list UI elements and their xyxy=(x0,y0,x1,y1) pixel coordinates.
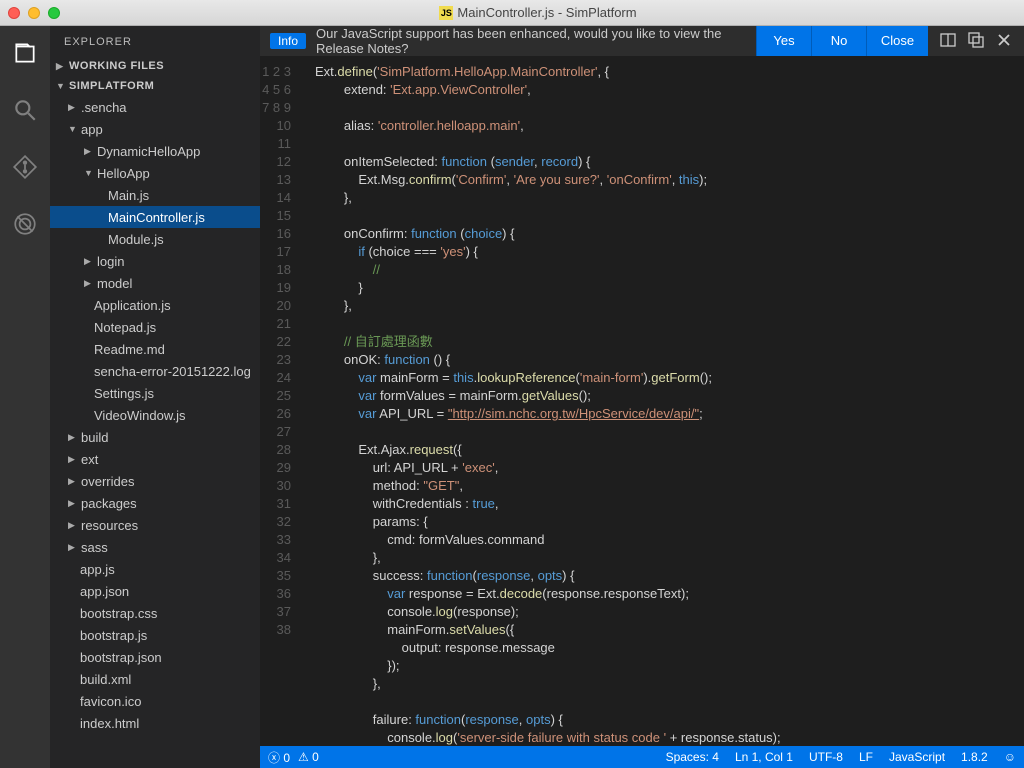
info-tag: Info xyxy=(270,33,306,49)
code-content[interactable]: Ext.define('SimPlatform.HelloApp.MainCon… xyxy=(305,56,1024,768)
tree-folder-ext[interactable]: ▶ext xyxy=(50,448,260,470)
split-editor-icon[interactable] xyxy=(940,32,956,51)
tree-folder-helloapp[interactable]: ▼HelloApp xyxy=(50,162,260,184)
tree-folder-packages[interactable]: ▶packages xyxy=(50,492,260,514)
warnings-status[interactable]: ⚠ 0 xyxy=(298,750,319,764)
debug-activity-icon[interactable] xyxy=(12,211,38,240)
version-status: 1.8.2 xyxy=(961,750,988,764)
tree-folder-dynamichelloapp[interactable]: ▶DynamicHelloApp xyxy=(50,140,260,162)
tree-file-videowindow-js[interactable]: VideoWindow.js xyxy=(50,404,260,426)
tree-file-app-json[interactable]: app.json xyxy=(50,580,260,602)
feedback-icon[interactable]: ☺ xyxy=(1004,750,1016,764)
notification-message: Our JavaScript support has been enhanced… xyxy=(316,26,756,56)
tree-file-bootstrap-js[interactable]: bootstrap.js xyxy=(50,624,260,646)
close-notification-button[interactable]: Close xyxy=(866,26,928,56)
tree-file-settings-js[interactable]: Settings.js xyxy=(50,382,260,404)
maximize-window-icon[interactable] xyxy=(48,7,60,19)
tree-folder-overrides[interactable]: ▶overrides xyxy=(50,470,260,492)
editor-area: Info Our JavaScript support has been enh… xyxy=(260,26,1024,768)
tree-folder-login[interactable]: ▶login xyxy=(50,250,260,272)
tree-folder-resources[interactable]: ▶resources xyxy=(50,514,260,536)
window-controls xyxy=(8,7,60,19)
tree-file-build-xml[interactable]: build.xml xyxy=(50,668,260,690)
open-change-icon[interactable] xyxy=(968,32,984,51)
tree-file-index-html[interactable]: index.html xyxy=(50,712,260,734)
notification-bar: Info Our JavaScript support has been enh… xyxy=(260,26,1024,56)
tree-file-notepad-js[interactable]: Notepad.js xyxy=(50,316,260,338)
tree-folder-sass[interactable]: ▶sass xyxy=(50,536,260,558)
activity-bar xyxy=(0,26,50,768)
tree-file-module-js[interactable]: Module.js xyxy=(50,228,260,250)
tree-file-sencha-error-log[interactable]: sencha-error-20151222.log xyxy=(50,360,260,382)
close-window-icon[interactable] xyxy=(8,7,20,19)
line-number-gutter: 1 2 3 4 5 6 7 8 9 10 11 12 13 14 15 16 1… xyxy=(260,56,305,768)
tree-file-application-js[interactable]: Application.js xyxy=(50,294,260,316)
window-title: JS MainController.js - SimPlatform xyxy=(60,5,1016,20)
close-editor-icon[interactable] xyxy=(996,32,1012,51)
tree-folder-model[interactable]: ▶model xyxy=(50,272,260,294)
minimize-window-icon[interactable] xyxy=(28,7,40,19)
no-button[interactable]: No xyxy=(811,26,866,56)
working-files-header[interactable]: ▶WORKING FILES xyxy=(50,56,260,76)
sidebar-title: EXPLORER xyxy=(50,26,260,56)
file-tree: ▶.sencha ▼app ▶DynamicHelloApp ▼HelloApp… xyxy=(50,96,260,734)
encoding-status[interactable]: UTF-8 xyxy=(809,750,843,764)
titlebar: JS MainController.js - SimPlatform xyxy=(0,0,1024,26)
indent-status[interactable]: Spaces: 4 xyxy=(666,750,719,764)
tree-file-bootstrap-json[interactable]: bootstrap.json xyxy=(50,646,260,668)
yes-button[interactable]: Yes xyxy=(756,26,811,56)
tree-file-main-js[interactable]: Main.js xyxy=(50,184,260,206)
project-header[interactable]: ▼SIMPLATFORM xyxy=(50,76,260,96)
tree-file-maincontroller-js[interactable]: MainController.js xyxy=(50,206,260,228)
status-bar: ⓧ 0 ⚠ 0 Spaces: 4 Ln 1, Col 1 UTF-8 LF J… xyxy=(260,746,1024,768)
js-file-icon: JS xyxy=(439,6,453,20)
tree-folder-sencha[interactable]: ▶.sencha xyxy=(50,96,260,118)
tree-folder-build[interactable]: ▶build xyxy=(50,426,260,448)
sidebar-explorer: EXPLORER ▶WORKING FILES ▼SIMPLATFORM ▶.s… xyxy=(50,26,260,768)
search-activity-icon[interactable] xyxy=(12,97,38,126)
tree-file-readme-md[interactable]: Readme.md xyxy=(50,338,260,360)
tree-file-favicon-ico[interactable]: favicon.ico xyxy=(50,690,260,712)
explorer-activity-icon[interactable] xyxy=(12,40,38,69)
tree-folder-app[interactable]: ▼app xyxy=(50,118,260,140)
git-activity-icon[interactable] xyxy=(12,154,38,183)
code-editor[interactable]: 1 2 3 4 5 6 7 8 9 10 11 12 13 14 15 16 1… xyxy=(260,56,1024,768)
eol-status[interactable]: LF xyxy=(859,750,873,764)
tree-file-bootstrap-css[interactable]: bootstrap.css xyxy=(50,602,260,624)
tree-file-app-js[interactable]: app.js xyxy=(50,558,260,580)
window-title-text: MainController.js - SimPlatform xyxy=(457,5,636,20)
cursor-position-status[interactable]: Ln 1, Col 1 xyxy=(735,750,793,764)
errors-status[interactable]: ⓧ 0 xyxy=(268,749,290,766)
language-status[interactable]: JavaScript xyxy=(889,750,945,764)
